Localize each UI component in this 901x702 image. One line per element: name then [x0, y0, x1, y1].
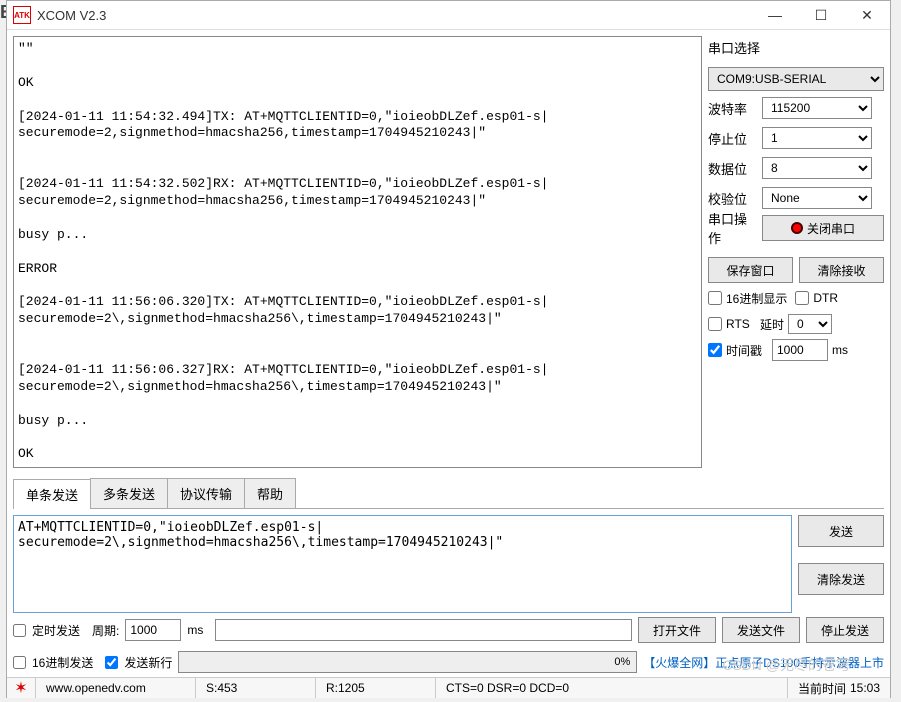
send-newline-label: 发送新行	[124, 654, 172, 671]
send-tabs: 单条发送 多条发送 协议传输 帮助	[13, 478, 884, 509]
stop-send-button[interactable]: 停止发送	[806, 617, 884, 643]
timed-send-label: 定时发送	[32, 622, 80, 639]
tab-protocol[interactable]: 协议传输	[167, 478, 245, 508]
port-select[interactable]: COM9:USB-SERIAL	[708, 67, 884, 91]
status-bar: ✶ www.openedv.com S:453 R:1205 CTS=0 DSR…	[7, 677, 890, 698]
period-input[interactable]	[125, 619, 181, 641]
clear-receive-button[interactable]: 清除接收	[799, 257, 884, 283]
record-dot-icon	[791, 222, 803, 234]
open-file-button[interactable]: 打开文件	[638, 617, 716, 643]
baud-select[interactable]: 115200	[762, 97, 872, 119]
gear-icon[interactable]: ✶	[7, 678, 35, 698]
progress-value: 0%	[614, 656, 630, 668]
promo-link[interactable]: 【火爆全网】正点原子DS100手持示波器上市	[643, 654, 884, 671]
minimize-button[interactable]: —	[752, 1, 798, 29]
hex-display-checkbox[interactable]	[708, 291, 722, 305]
parity-select[interactable]: None	[762, 187, 872, 209]
stop-label: 停止位	[708, 129, 756, 148]
tab-help[interactable]: 帮助	[244, 478, 296, 508]
app-window: ATK XCOM V2.3 — ☐ ✕ "" OK [2024-01-11 11…	[6, 0, 891, 698]
dtr-label: DTR	[813, 291, 838, 305]
maximize-button[interactable]: ☐	[798, 1, 844, 29]
status-sent: S:453	[195, 678, 315, 698]
url-link[interactable]: www.openedv.com	[46, 681, 146, 695]
hex-send-label: 16进制发送	[32, 654, 93, 671]
titlebar: ATK XCOM V2.3 — ☐ ✕	[7, 1, 890, 30]
parity-label: 校验位	[708, 189, 756, 208]
hex-display-label: 16进制显示	[726, 290, 787, 307]
receive-log[interactable]: "" OK [2024-01-11 11:54:32.494]TX: AT+MQ…	[13, 36, 702, 468]
progress-bar: 0%	[178, 651, 637, 673]
hex-send-checkbox[interactable]	[13, 656, 26, 669]
status-lines: CTS=0 DSR=0 DCD=0	[435, 678, 787, 698]
status-time: 当前时间 15:03	[787, 678, 890, 698]
save-window-button[interactable]: 保存窗口	[708, 257, 793, 283]
stop-select[interactable]: 1	[762, 127, 872, 149]
timestamp-unit: ms	[832, 343, 848, 357]
data-label: 数据位	[708, 159, 756, 178]
close-port-label: 关闭串口	[807, 220, 855, 237]
data-select[interactable]: 8	[762, 157, 872, 179]
period-label: 周期:	[92, 622, 119, 639]
window-controls: — ☐ ✕	[752, 1, 890, 29]
serial-select-title: 串口选择	[708, 36, 884, 63]
dtr-checkbox[interactable]	[795, 291, 809, 305]
rts-checkbox[interactable]	[708, 317, 722, 331]
timestamp-input[interactable]	[772, 339, 828, 361]
tab-single-send[interactable]: 单条发送	[13, 479, 91, 509]
delay-label: 延时	[760, 316, 784, 333]
app-icon: ATK	[13, 6, 31, 24]
send-newline-checkbox[interactable]	[105, 656, 118, 669]
window-title: XCOM V2.3	[37, 8, 752, 23]
timestamp-label: 时间戳	[726, 342, 768, 359]
serial-settings-panel: 串口选择 COM9:USB-SERIAL 波特率 115200 停止位 1 数据…	[708, 36, 884, 468]
close-button[interactable]: ✕	[844, 1, 890, 29]
tab-multi-send[interactable]: 多条发送	[90, 478, 168, 508]
rts-label: RTS	[726, 317, 756, 331]
send-textarea[interactable]	[13, 515, 792, 613]
baud-label: 波特率	[708, 99, 756, 118]
file-path-field[interactable]	[215, 619, 632, 641]
period-unit: ms	[187, 623, 203, 637]
status-received: R:1205	[315, 678, 435, 698]
timed-send-checkbox[interactable]	[13, 624, 26, 637]
delay-select[interactable]: 0	[788, 314, 832, 334]
timestamp-checkbox[interactable]	[708, 343, 722, 357]
send-file-button[interactable]: 发送文件	[722, 617, 800, 643]
op-label: 串口操作	[708, 209, 756, 247]
close-port-button[interactable]: 关闭串口	[762, 215, 884, 241]
send-button[interactable]: 发送	[798, 515, 884, 547]
clear-send-button[interactable]: 清除发送	[798, 563, 884, 595]
